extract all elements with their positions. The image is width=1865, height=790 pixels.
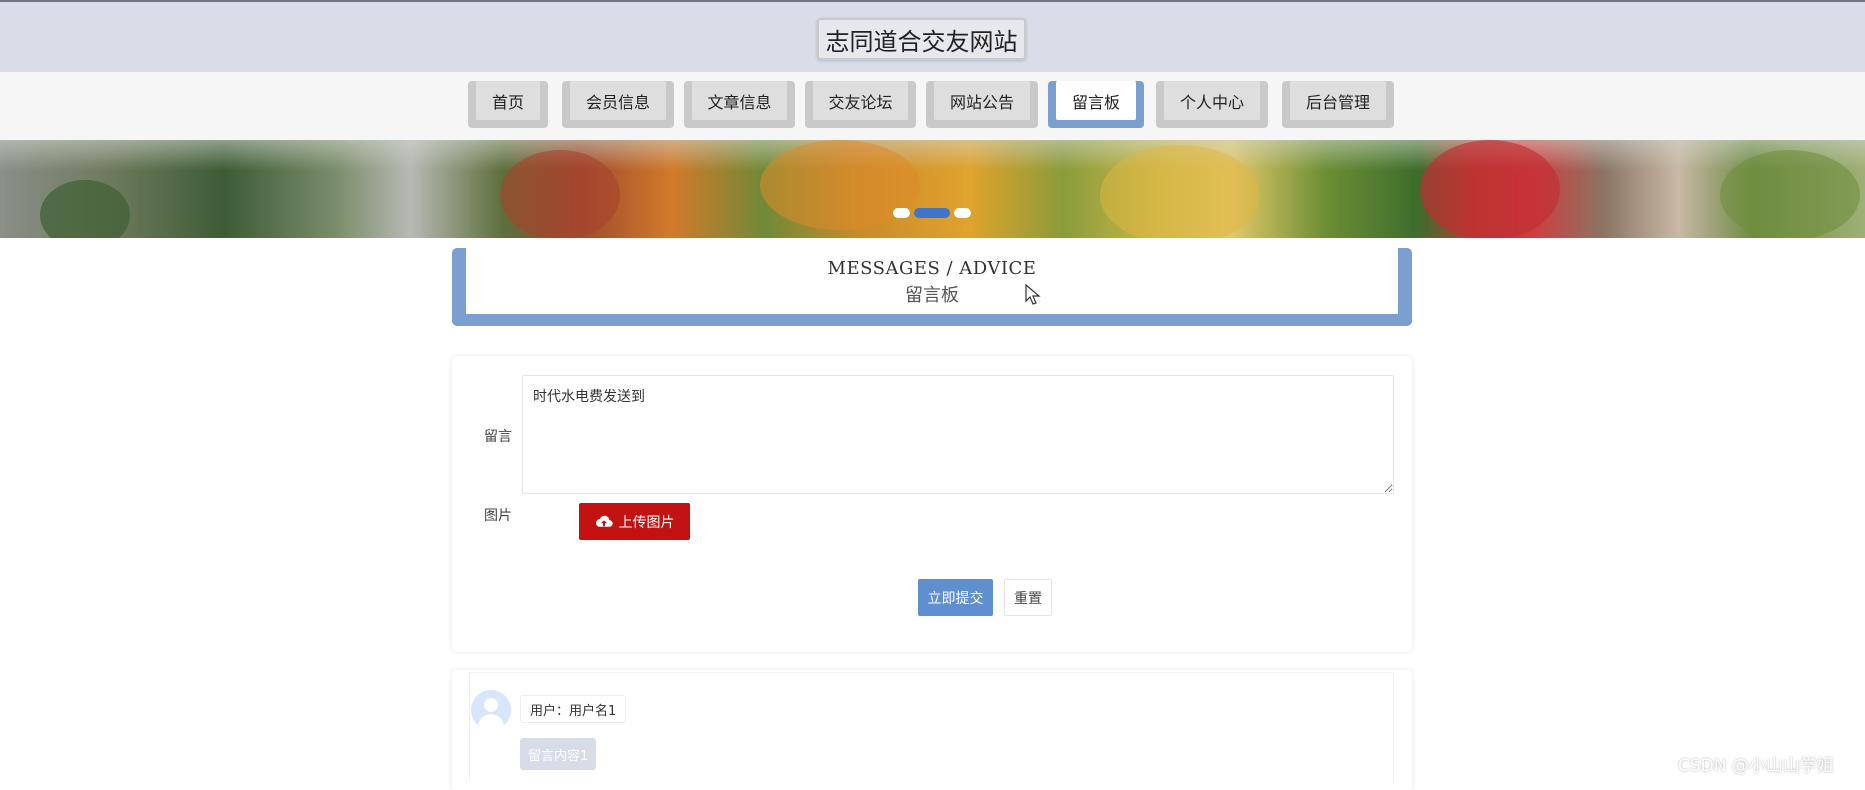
nav-item-label: 交友论坛 xyxy=(813,81,908,120)
message-user: 用户：用户名1 xyxy=(520,695,627,723)
nav-item-forum[interactable]: 交友论坛 xyxy=(805,81,916,128)
nav-item-articles[interactable]: 文章信息 xyxy=(684,81,795,128)
message-content: 留言内容1 xyxy=(520,738,597,770)
upload-image-label: 上传图片 xyxy=(618,514,675,531)
site-title[interactable]: 志同道合交友网站 xyxy=(817,18,1026,60)
cloud-upload-icon xyxy=(595,515,613,527)
section-title-cn: 留言板 xyxy=(905,285,959,306)
message-item xyxy=(469,672,1394,782)
top-header: 志同道合交友网站 xyxy=(0,0,1865,72)
banner-tree xyxy=(1720,150,1860,238)
user-avatar xyxy=(471,690,511,730)
section-heading-inner: MESSAGES / ADVICE 留言板 xyxy=(466,248,1398,314)
message-label: 留言 xyxy=(484,429,512,445)
nav-item-profile[interactable]: 个人中心 xyxy=(1156,81,1268,128)
banner-image xyxy=(0,140,1865,238)
mouse-cursor-icon xyxy=(1025,284,1041,305)
section-title-en: MESSAGES / ADVICE xyxy=(827,258,1037,279)
nav-item-label: 会员信息 xyxy=(570,81,666,120)
nav-item-label: 文章信息 xyxy=(692,81,787,120)
nav-item-label: 网站公告 xyxy=(934,81,1030,120)
nav-item-label: 后台管理 xyxy=(1290,81,1386,120)
section-heading: MESSAGES / ADVICE 留言板 xyxy=(452,248,1412,326)
carousel-dot-2[interactable] xyxy=(914,208,950,218)
banner-tree xyxy=(1100,145,1260,238)
nav-item-announcements[interactable]: 网站公告 xyxy=(926,81,1038,128)
banner-tree xyxy=(500,150,620,238)
nav-item-home[interactable]: 首页 xyxy=(468,81,548,128)
nav-item-admin[interactable]: 后台管理 xyxy=(1282,81,1394,128)
nav-item-message-board[interactable]: 留言板 xyxy=(1048,81,1144,128)
submit-button[interactable]: 立即提交 xyxy=(918,579,993,616)
nav-item-label: 留言板 xyxy=(1056,81,1136,120)
nav-item-members[interactable]: 会员信息 xyxy=(562,81,674,128)
image-label: 图片 xyxy=(484,508,512,524)
carousel-dot-1[interactable] xyxy=(893,208,910,218)
banner-tree xyxy=(1420,140,1560,238)
upload-image-button[interactable]: 上传图片 xyxy=(579,503,690,540)
watermark: CSDN @小山山学姐 xyxy=(1678,756,1834,776)
reset-button[interactable]: 重置 xyxy=(1004,579,1052,616)
main-nav: 首页 会员信息 文章信息 交友论坛 网站公告 留言板 个人中心 后台管理 xyxy=(0,72,1865,140)
message-textarea[interactable] xyxy=(522,375,1394,494)
avatar-body xyxy=(478,714,504,730)
nav-item-label: 个人中心 xyxy=(1164,81,1260,120)
banner-sky xyxy=(0,140,1865,170)
avatar-head xyxy=(484,698,498,712)
carousel-dot-3[interactable] xyxy=(954,208,971,218)
banner-tree xyxy=(40,180,130,238)
nav-item-label: 首页 xyxy=(476,81,540,120)
